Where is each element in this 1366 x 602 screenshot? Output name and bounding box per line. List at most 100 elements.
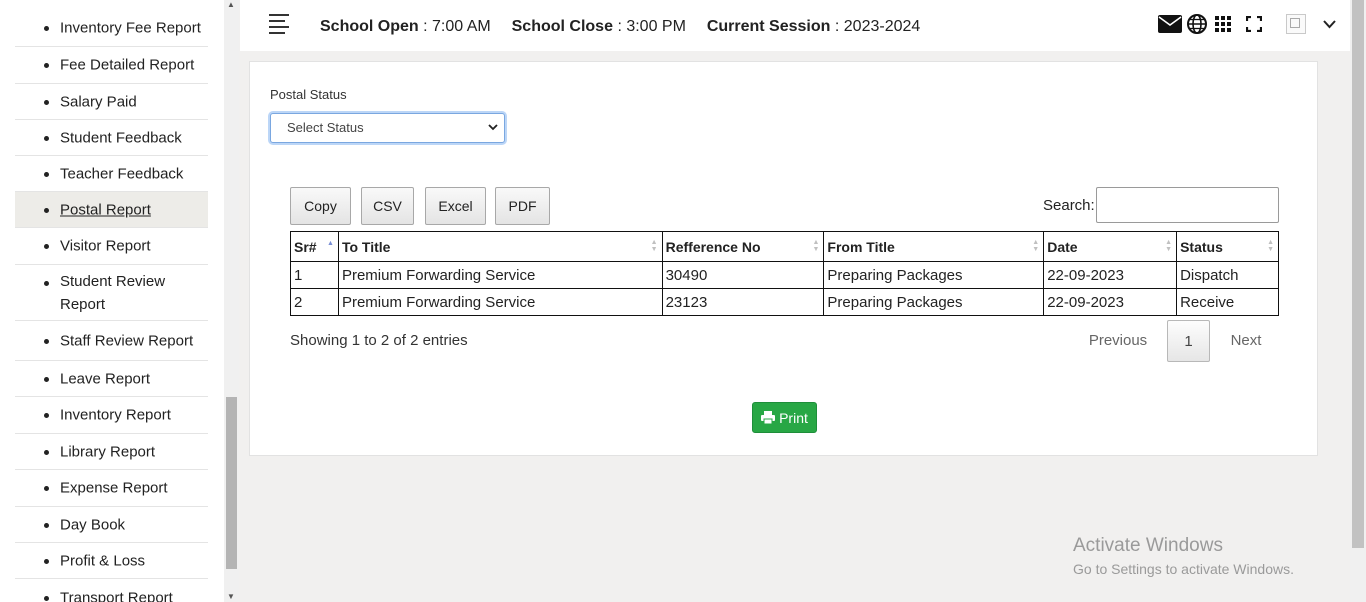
cell-sr: 2	[290, 288, 339, 316]
cell-to-title: Premium Forwarding Service	[337, 288, 663, 316]
sidebar-item-label: Staff Review Report	[60, 332, 194, 349]
sidebar-item-label: Student Review Report	[60, 272, 166, 313]
sidebar-item-label: Student Feedback	[60, 129, 182, 146]
menu-icon[interactable]	[269, 14, 289, 34]
sort-icon: ▲ ▼	[650, 239, 658, 253]
sidebar-item-student-review-report[interactable]: Student Review Report	[15, 265, 208, 321]
sort-icon: ▲ ▼	[812, 239, 820, 253]
column-header-to-title[interactable]: To Title ▲ ▼	[337, 231, 663, 262]
bullet	[44, 63, 49, 68]
cell-reference-no: 23123	[661, 288, 825, 316]
column-header-reference-no[interactable]: Refference No ▲ ▼	[661, 231, 825, 262]
column-header-sr[interactable]: Sr# ▲	[290, 231, 339, 262]
sidebar-item-profit-loss[interactable]: Profit & Loss	[15, 543, 208, 579]
school-open-label: School Open	[320, 18, 419, 35]
sidebar-item-day-book[interactable]: Day Book	[15, 507, 208, 543]
previous-page-button[interactable]: Previous	[1080, 320, 1156, 362]
globe-icon[interactable]	[1186, 14, 1208, 34]
csv-button[interactable]: CSV	[361, 187, 414, 225]
sort-icon: ▲ ▼	[1165, 239, 1173, 253]
sidebar-item-student-feedback[interactable]: Student Feedback	[15, 120, 208, 156]
bullet	[44, 171, 49, 177]
mail-icon[interactable]	[1158, 14, 1182, 34]
sidebar-item-label: Postal Report	[60, 201, 151, 218]
scroll-up-arrow-icon[interactable]: ▲	[227, 0, 235, 9]
watermark-title: Activate Windows	[1073, 535, 1223, 556]
bullet	[44, 449, 49, 455]
school-timing-info: School Open : 7:00 AM School Close : 3:0…	[320, 18, 920, 36]
print-button[interactable]: Print	[752, 402, 817, 433]
sidebar-item-postal-report[interactable]: Postal Report	[15, 192, 208, 228]
bullet	[44, 558, 49, 564]
bullet	[44, 376, 49, 382]
sidebar-item-label: Leave Report	[60, 370, 151, 387]
sidebar-item-inventory-report[interactable]: Inventory Report	[15, 397, 208, 434]
sidebar: Inventory Fee Report Fee Detailed Report…	[0, 0, 224, 602]
bullet	[44, 244, 49, 249]
bullet	[44, 26, 49, 31]
sidebar-item-label: Transport Report	[60, 589, 173, 602]
sidebar-item-label: Salary Paid	[60, 93, 137, 110]
cell-from-title: Preparing Packages	[823, 261, 1045, 289]
postal-report-table: Sr# ▲ To Title ▲ ▼ Refference No ▲ ▼ From Tit…	[290, 231, 1279, 316]
current-session-label: Current Session	[706, 18, 831, 35]
top-navbar: School Open : 7:00 AM School Close : 3:0…	[240, 0, 1350, 51]
cell-to-title: Premium Forwarding Service	[337, 261, 663, 289]
column-header-status[interactable]: Status ▲ ▼	[1176, 231, 1279, 262]
excel-button[interactable]: Excel	[425, 187, 486, 225]
sidebar-item-library-report[interactable]: Library Report	[15, 434, 208, 470]
page-scrollbar[interactable]	[1350, 0, 1366, 602]
postal-status-select-value: Select Status	[287, 120, 364, 135]
sidebar-item-label: Inventory Report	[60, 406, 171, 424]
scroll-down-arrow-icon[interactable]: ▼	[227, 592, 235, 601]
school-open-value: : 7:00 AM	[423, 18, 491, 35]
pdf-button[interactable]: PDF	[495, 187, 550, 225]
table-header-row: Sr# ▲ To Title ▲ ▼ Refference No ▲ ▼ From Tit…	[290, 231, 1279, 262]
column-header-label: Sr#	[294, 238, 317, 255]
watermark-subtitle: Go to Settings to activate Windows.	[1073, 561, 1294, 577]
bullet	[44, 522, 49, 528]
page-1-button[interactable]: 1	[1167, 320, 1210, 362]
next-page-button[interactable]: Next	[1220, 320, 1272, 362]
sort-icon: ▲ ▼	[1032, 239, 1040, 253]
sidebar-item-expense-report[interactable]: Expense Report	[15, 470, 208, 507]
sidebar-item-teacher-feedback[interactable]: Teacher Feedback	[15, 156, 208, 192]
sidebar-scrollbar[interactable]: ▲ ▼	[224, 0, 239, 602]
bullet	[44, 281, 49, 286]
sidebar-item-staff-review-report[interactable]: Staff Review Report	[15, 321, 208, 361]
sidebar-item-fee-detailed-report[interactable]: Fee Detailed Report	[15, 47, 208, 84]
user-avatar[interactable]	[1286, 14, 1306, 34]
sidebar-item-label: Library Report	[60, 443, 156, 460]
bullet	[44, 486, 49, 491]
print-button-label: Print	[779, 409, 808, 426]
sidebar-item-inventory-fee-report[interactable]: Inventory Fee Report	[15, 10, 208, 47]
chevron-down-icon[interactable]	[1322, 14, 1336, 34]
cell-status: Receive	[1176, 288, 1279, 316]
sidebar-item-salary-paid[interactable]: Salary Paid	[15, 84, 208, 120]
cell-date: 22-09-2023	[1043, 288, 1178, 316]
fullscreen-icon[interactable]	[1245, 14, 1263, 34]
bullet	[44, 596, 49, 601]
postal-status-label: Postal Status	[270, 87, 347, 102]
postal-status-select[interactable]: Select Status	[270, 113, 505, 143]
cell-reference-no: 30490	[661, 261, 825, 289]
sidebar-item-label: Expense Report	[60, 479, 168, 497]
table-info-text: Showing 1 to 2 of 2 entries	[290, 332, 468, 349]
copy-button[interactable]: Copy	[290, 187, 351, 225]
column-header-date[interactable]: Date ▲ ▼	[1043, 231, 1178, 262]
printer-icon	[761, 411, 776, 424]
sidebar-item-leave-report[interactable]: Leave Report	[15, 361, 208, 397]
search-input[interactable]	[1096, 187, 1279, 223]
sidebar-item-visitor-report[interactable]: Visitor Report	[15, 228, 208, 265]
column-header-from-title[interactable]: From Title ▲ ▼	[823, 231, 1045, 262]
sidebar-item-label: Fee Detailed Report	[60, 56, 195, 74]
sidebar-item-transport-report[interactable]: Transport Report	[15, 580, 208, 602]
bullet	[44, 413, 49, 418]
page-scroll-thumb[interactable]	[1352, 0, 1364, 548]
sidebar-scroll-thumb[interactable]	[226, 397, 237, 569]
apps-grid-icon[interactable]	[1214, 14, 1232, 34]
sidebar-item-label: Profit & Loss	[60, 552, 146, 569]
table-row: 2 Premium Forwarding Service 23123 Prepa…	[290, 288, 1279, 316]
bullet	[44, 338, 49, 344]
chevron-down-icon	[488, 114, 498, 142]
